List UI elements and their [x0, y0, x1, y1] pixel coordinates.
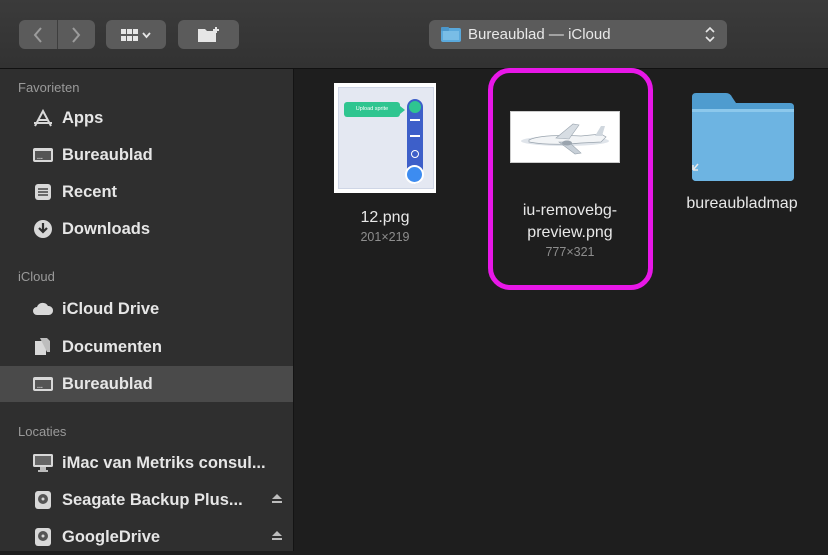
sidebar-item-bureaublad-icloud[interactable]: ... Bureaublad: [0, 366, 293, 402]
folder-icon: [441, 27, 461, 42]
apps-icon: [32, 108, 54, 128]
documents-icon: [32, 337, 54, 357]
sidebar-item-label: Bureaublad: [62, 374, 153, 393]
up-down-chevron-icon: [705, 26, 715, 43]
file-dimensions: 201×219: [360, 230, 410, 244]
sidebar-item-apps[interactable]: Apps: [0, 100, 293, 136]
airplane-icon: [521, 123, 609, 155]
sidebar-item-documenten[interactable]: Documenten: [0, 329, 293, 365]
nav-buttons: [19, 20, 95, 49]
drive-icon: [32, 527, 54, 547]
thumb-upload-label: Upload sprite: [344, 102, 400, 117]
sidebar-item-label: Bureaublad: [62, 145, 153, 164]
drive-icon: [32, 490, 54, 510]
svg-text:...: ...: [37, 154, 43, 161]
toolbar: Bureaublad — iCloud: [0, 0, 828, 69]
file-thumbnail: [510, 111, 620, 163]
file-grid: Upload sprite 12.png 201×219 iu-removebg…: [294, 68, 828, 551]
chevron-left-icon: [33, 26, 42, 43]
sidebar-item-seagate[interactable]: Seagate Backup Plus...: [0, 482, 293, 518]
sidebar-item-downloads[interactable]: Downloads: [0, 211, 293, 247]
new-folder-icon: [197, 26, 219, 42]
eject-icon[interactable]: [271, 529, 283, 541]
file-item-iu-removebg-preview[interactable]: iu-removebg- preview.png 777×321: [506, 111, 634, 260]
chevron-right-icon: [72, 26, 81, 43]
file-name-line-2: preview.png: [527, 224, 613, 241]
desktop-icon: ...: [32, 374, 54, 394]
sidebar-item-label: Apps: [62, 108, 104, 127]
grid-view-icon: [121, 28, 151, 41]
desktop-icon: ...: [32, 145, 54, 165]
path-title: Bureaublad — iCloud: [468, 26, 611, 43]
sidebar-item-label: iMac van Metriks consul...: [62, 453, 266, 472]
sidebar-item-imac[interactable]: iMac van Metriks consul...: [0, 445, 293, 481]
eject-icon[interactable]: [271, 492, 283, 504]
forward-button[interactable]: [57, 20, 95, 49]
sidebar-item-label: Seagate Backup Plus...: [62, 490, 243, 509]
file-name: 12.png: [360, 209, 410, 226]
sidebar-item-bureaublad[interactable]: ... Bureaublad: [0, 137, 293, 173]
sidebar-item-label: Downloads: [62, 219, 151, 238]
imac-icon: [32, 453, 54, 473]
section-locaties: Locaties: [18, 424, 67, 439]
svg-text:...: ...: [37, 383, 43, 390]
sidebar-item-googledrive[interactable]: GoogleDrive: [0, 519, 293, 555]
sidebar-item-label: Recent: [62, 182, 118, 201]
file-name: bureaubladmap: [686, 195, 798, 212]
file-item-12-png[interactable]: Upload sprite 12.png 201×219: [334, 83, 436, 245]
sidebar-item-label: iCloud Drive: [62, 299, 160, 318]
back-button[interactable]: [19, 20, 57, 49]
recent-icon: [32, 182, 54, 202]
cloud-icon: [32, 299, 54, 319]
section-icloud: iCloud: [18, 269, 55, 284]
view-options-button[interactable]: [106, 20, 166, 49]
sidebar-item-icloud-drive[interactable]: iCloud Drive: [0, 291, 293, 327]
chevron-down-icon: [142, 31, 151, 38]
downloads-icon: [32, 219, 54, 239]
file-thumbnail: Upload sprite: [334, 83, 436, 193]
sidebar: Favorieten Apps ... Bureaublad Recent Do…: [0, 69, 294, 551]
file-dimensions: 777×321: [545, 245, 595, 259]
folder-item-bureaubladmap[interactable]: bureaubladmap: [672, 91, 812, 215]
file-name-line-1: iu-removebg-: [522, 202, 618, 219]
path-selector[interactable]: Bureaublad — iCloud: [429, 20, 727, 49]
folder-icon: [692, 93, 794, 181]
sidebar-item-recent[interactable]: Recent: [0, 174, 293, 210]
sidebar-item-label: GoogleDrive: [62, 527, 161, 546]
new-folder-button[interactable]: [178, 20, 239, 49]
sidebar-item-label: Documenten: [62, 337, 162, 356]
section-favorieten: Favorieten: [18, 80, 80, 95]
